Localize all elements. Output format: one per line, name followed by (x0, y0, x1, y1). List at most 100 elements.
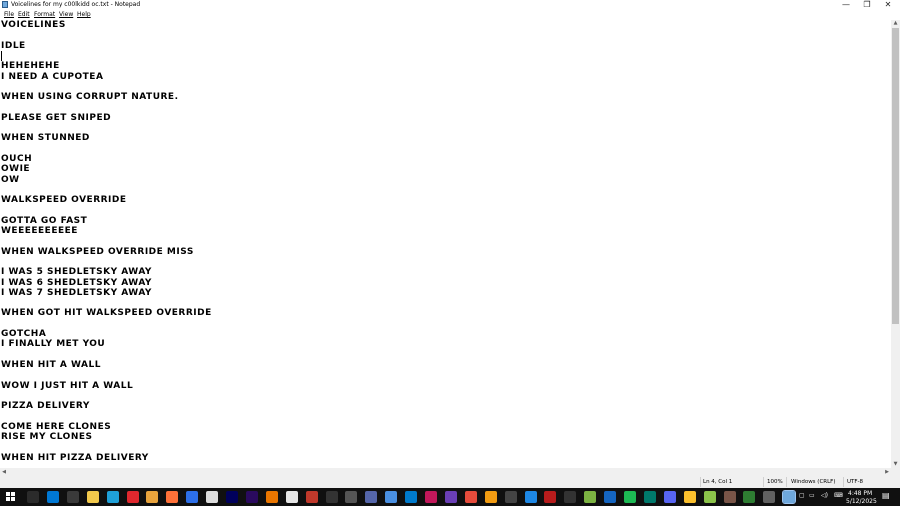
app-purple-icon[interactable] (444, 491, 457, 503)
notepad-icon[interactable] (782, 490, 797, 504)
vertical-scrollbar[interactable]: ▲ ▼ (891, 20, 900, 468)
menu-help[interactable]: Help (77, 11, 91, 19)
app-white-icon[interactable] (206, 491, 219, 503)
app-blue-icon[interactable] (186, 491, 199, 503)
chrome-icon[interactable] (146, 491, 159, 503)
text-line: WALKSPEED OVERRIDE (1, 195, 127, 206)
text-line: WHEN HIT A WALL (1, 359, 101, 370)
tray-apps-icon[interactable]: ▢ (799, 492, 805, 499)
text-line: RISE MY CLONES (1, 432, 93, 442)
vertical-scroll-thumb[interactable] (892, 28, 899, 324)
store-icon[interactable] (66, 491, 79, 503)
game-icon[interactable] (305, 491, 318, 503)
vscode-icon[interactable] (405, 491, 418, 503)
text-line: WHEN WALKSPEED OVERRIDE MISS (1, 246, 194, 257)
text-line: OWIE (1, 164, 31, 175)
close-button[interactable]: ✕ (877, 0, 899, 10)
menu-edit[interactable]: Edit (18, 11, 30, 19)
text-line: I FINALLY MET YOU (1, 339, 106, 350)
opera-icon[interactable] (126, 491, 139, 503)
blender-icon[interactable] (265, 491, 278, 503)
text-line: I WAS 6 SHEDLETSKY AWAY (1, 277, 152, 288)
obs-icon[interactable] (345, 491, 358, 503)
menu-format[interactable]: Format (34, 11, 55, 19)
text-line: WEEEEEEEEEE (1, 226, 78, 236)
line-ending: Windows (CRLF) (791, 479, 836, 485)
status-separator (843, 477, 844, 487)
media-player-icon[interactable] (504, 491, 517, 503)
text-line: VOICELINES (1, 20, 66, 30)
app-orange-icon[interactable] (484, 491, 497, 503)
app-pink-icon[interactable] (425, 491, 437, 503)
text-line: I WAS 5 SHEDLETSKY AWAY (1, 267, 152, 278)
network-icon[interactable]: ▭ (809, 492, 815, 499)
task-view-icon[interactable] (27, 491, 39, 503)
steam-dark-icon[interactable] (325, 491, 338, 503)
app-tile-icon[interactable] (285, 491, 298, 503)
gem-icon[interactable] (385, 491, 398, 503)
firefox-icon[interactable] (166, 491, 179, 503)
animate-icon[interactable] (226, 491, 238, 503)
text-line: WHEN USING CORRUPT NATURE. (1, 92, 179, 103)
minecraft-icon[interactable] (584, 491, 597, 503)
text-caret (1, 51, 2, 61)
app-yellow-icon[interactable] (683, 491, 696, 503)
encoding: UTF-8 (847, 479, 864, 485)
text-line: I WAS 7 SHEDLETSKY AWAY (1, 287, 152, 298)
file-explorer-icon[interactable] (86, 491, 99, 503)
app-gray-icon[interactable] (763, 491, 776, 503)
app-multicolor-icon[interactable] (464, 491, 477, 503)
text-line: COME HERE CLONES (1, 421, 112, 432)
text-line: HEHEHEHE (1, 61, 60, 72)
text-line: WHEN GOT HIT WALKSPEED OVERRIDE (1, 308, 212, 319)
app-red-icon[interactable] (544, 491, 557, 503)
scroll-left-arrow-icon[interactable]: ◀ (0, 468, 8, 476)
app-brown-icon[interactable] (723, 491, 736, 503)
scroll-down-arrow-icon[interactable]: ▼ (891, 461, 900, 468)
discord-icon[interactable] (663, 491, 676, 503)
zoom-level: 100% (767, 479, 783, 485)
clock-date[interactable]: 5/12/2025 (846, 498, 877, 505)
premiere-icon[interactable] (245, 491, 258, 503)
edge-icon[interactable] (106, 491, 119, 503)
window-title: Voicelines for my c00lkidd oc.txt - Note… (11, 1, 141, 8)
text-line: PLEASE GET SNIPED (1, 112, 112, 123)
menu-view[interactable]: View (59, 11, 73, 19)
restore-button[interactable]: ❐ (856, 0, 878, 10)
menu-file[interactable]: File (4, 11, 14, 19)
text-line: I NEED A CUPOTEA (1, 71, 104, 82)
text-editor-area[interactable]: VOICELINES IDLE HEHEHEHE I NEED A CUPOTEA WH… (0, 20, 891, 468)
app-green-icon[interactable] (743, 491, 756, 503)
text-line: PIZZA DELIVERY (1, 401, 90, 412)
windows-start-icon[interactable] (6, 492, 16, 502)
app-teal-icon[interactable] (643, 491, 656, 503)
menu-bar: File Edit Format View Help (0, 10, 900, 20)
app-lime-icon[interactable] (703, 491, 716, 503)
app-grid-icon[interactable] (365, 491, 378, 503)
status-separator (763, 477, 764, 487)
app-blue2-icon[interactable] (604, 491, 617, 503)
text-line: WHEN HIT PIZZA DELIVERY (1, 452, 149, 463)
windows-taskbar: ⌃ ▢ ▭ ◁) ⌨ 4:48 PM 5/12/2025 ▤ (0, 488, 900, 506)
scroll-right-arrow-icon[interactable]: ▶ (883, 468, 891, 476)
notepad-app-icon (2, 1, 8, 8)
status-separator (700, 477, 701, 487)
app-dark-icon[interactable] (564, 491, 577, 503)
mail-icon[interactable] (46, 491, 59, 503)
spotify-icon[interactable] (624, 491, 636, 503)
text-line: OW (1, 174, 20, 185)
horizontal-scrollbar[interactable]: ◀ ▶ (0, 468, 891, 476)
language-icon[interactable]: ⌨ (834, 492, 843, 499)
volume-icon[interactable]: ◁) (821, 492, 828, 499)
text-line: GOTCHA (1, 329, 47, 339)
notification-icon[interactable]: ▤ (882, 492, 890, 500)
text-line: WOW I JUST HIT A WALL (1, 380, 134, 391)
minimize-button[interactable]: — (835, 0, 857, 10)
scroll-corner (891, 468, 900, 476)
app-cyan-icon[interactable] (524, 491, 537, 503)
text-line: WHEN STUNNED (1, 133, 90, 144)
text-line: GOTTA GO FAST (1, 215, 88, 226)
scroll-up-arrow-icon[interactable]: ▲ (891, 20, 900, 27)
clock-time[interactable]: 4:48 PM (848, 490, 872, 497)
status-bar: Ln 4, Col 1 100% Windows (CRLF) UTF-8 (0, 476, 900, 488)
